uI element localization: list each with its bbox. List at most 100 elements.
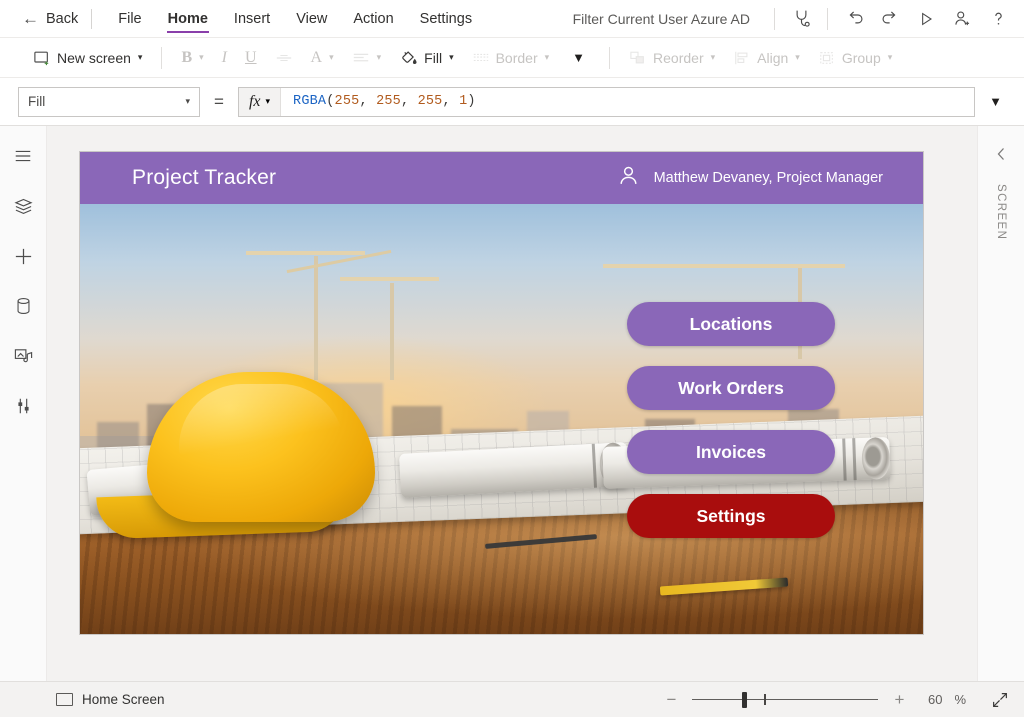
new-screen-icon: [33, 50, 51, 66]
screen-name-label: Home Screen: [82, 692, 165, 707]
underline-icon: U: [245, 50, 257, 66]
chevron-down-icon: ▾: [888, 52, 893, 63]
menu-item-insert[interactable]: Insert: [221, 2, 283, 35]
formula-input[interactable]: RGBA(255, 255, 255, 1): [281, 94, 476, 109]
fill-button[interactable]: Fill ▾: [390, 44, 462, 71]
formula-arg-blue: 255: [418, 94, 443, 109]
align-button[interactable]: Align ▾: [724, 45, 809, 71]
fx-label: fx: [249, 93, 261, 111]
app-checker-icon[interactable]: [783, 3, 819, 35]
user-info: Matthew Devaney, Project Manager: [616, 163, 883, 193]
divider: [161, 47, 162, 69]
formula-paren-open: (: [326, 94, 334, 109]
user-name-label: Matthew Devaney, Project Manager: [654, 170, 883, 186]
strikethrough-button[interactable]: [266, 46, 302, 70]
right-properties-panel: SCREEN: [977, 126, 1024, 681]
person-icon: [616, 163, 641, 193]
formula-arg-red: 255: [335, 94, 360, 109]
font-color-icon: A: [311, 50, 323, 66]
chevron-down-icon: ▾: [711, 52, 716, 63]
panel-label: SCREEN: [995, 184, 1007, 240]
formula-input-wrapper[interactable]: fx ▾ RGBA(255, 255, 255, 1): [238, 87, 975, 117]
property-selector[interactable]: Fill ▾: [18, 87, 200, 117]
app-title-label: Project Tracker: [80, 166, 276, 190]
zoom-in-button[interactable]: +: [888, 691, 910, 708]
equals-sign: =: [214, 92, 224, 112]
text-align-button[interactable]: ▾: [343, 46, 391, 70]
zoom-control: − + 60 %: [660, 690, 1010, 710]
zoom-slider-tick: [764, 694, 766, 705]
collapse-panel-chevron-icon[interactable]: [990, 142, 1012, 170]
italic-button[interactable]: I: [213, 45, 236, 71]
menu-item-action[interactable]: Action: [340, 2, 406, 35]
font-color-button[interactable]: A ▾: [302, 45, 343, 71]
tree-view-icon[interactable]: [4, 188, 42, 224]
underline-button[interactable]: U: [236, 45, 266, 71]
chevron-down-icon: ▾: [795, 52, 800, 63]
border-button[interactable]: Border ▾: [463, 45, 559, 71]
menu-icon[interactable]: [4, 138, 42, 174]
app-screen-preview[interactable]: Project Tracker Matthew Devaney, Project…: [80, 152, 923, 634]
menu-item-home[interactable]: Home: [155, 2, 221, 35]
share-user-icon[interactable]: [944, 3, 980, 35]
formula-paren-close: ): [467, 94, 475, 109]
menu-item-settings[interactable]: Settings: [407, 2, 485, 35]
menu-item-view[interactable]: View: [283, 2, 340, 35]
zoom-out-button[interactable]: −: [660, 691, 682, 708]
current-screen-chip[interactable]: Home Screen: [56, 692, 165, 707]
align-objects-icon: [733, 50, 751, 66]
invoices-button[interactable]: Invoices: [627, 430, 835, 474]
top-command-bar: ← Back File Home Insert View Action Sett…: [0, 0, 1024, 38]
reorder-icon: [629, 50, 647, 66]
chevron-down-icon: ▾: [329, 52, 334, 63]
media-icon[interactable]: [4, 338, 42, 374]
formula-bar-expand-chevron[interactable]: ▼: [975, 94, 1012, 109]
back-label: Back: [46, 11, 78, 27]
back-button[interactable]: ← Back: [22, 10, 78, 27]
strikethrough-icon: [275, 51, 293, 65]
background-photo: Locations Work Orders Invoices Settings: [80, 204, 923, 634]
group-icon: [818, 50, 836, 66]
zoom-percent-unit: %: [954, 692, 966, 707]
zoom-slider[interactable]: [692, 692, 878, 708]
power-apps-studio: ← Back File Home Insert View Action Sett…: [0, 0, 1024, 717]
divider: [774, 8, 775, 30]
app-header-banner[interactable]: Project Tracker Matthew Devaney, Project…: [80, 152, 923, 204]
fx-button[interactable]: fx ▾: [239, 88, 281, 116]
formula-function-name: RGBA: [293, 94, 326, 109]
group-button[interactable]: Group ▾: [809, 45, 901, 71]
screen-icon: [56, 693, 73, 706]
data-icon[interactable]: [4, 288, 42, 324]
chevron-down-icon: ▾: [138, 52, 143, 63]
advanced-tools-icon[interactable]: [4, 388, 42, 424]
workspace: Project Tracker Matthew Devaney, Project…: [0, 126, 1024, 681]
border-icon: [472, 51, 490, 65]
fill-bucket-icon: [399, 49, 418, 66]
undo-icon[interactable]: [836, 3, 872, 35]
group-label: Group: [842, 50, 881, 66]
redo-icon[interactable]: [872, 3, 908, 35]
roll-end: [860, 437, 889, 480]
insert-icon[interactable]: [4, 238, 42, 274]
divider: [91, 9, 92, 29]
bold-button[interactable]: B ▾: [172, 45, 212, 71]
ribbon-overflow-chevron[interactable]: ▼: [558, 45, 599, 70]
help-icon[interactable]: [980, 3, 1016, 35]
chevron-down-icon: ▾: [199, 52, 204, 63]
nav-button-group: Locations Work Orders Invoices Settings: [627, 302, 835, 538]
play-preview-icon[interactable]: [908, 3, 944, 35]
chevron-down-icon: ▾: [545, 52, 550, 63]
settings-button[interactable]: Settings: [627, 494, 835, 538]
locations-button[interactable]: Locations: [627, 302, 835, 346]
align-left-icon: [352, 51, 370, 65]
work-orders-button[interactable]: Work Orders: [627, 366, 835, 410]
new-screen-label: New screen: [57, 50, 131, 66]
zoom-slider-thumb[interactable]: [742, 692, 747, 708]
formula-arg-green: 255: [376, 94, 401, 109]
reorder-button[interactable]: Reorder ▾: [620, 45, 724, 71]
crane-mid: [333, 277, 451, 380]
bold-icon: B: [181, 50, 192, 66]
fit-to-screen-icon[interactable]: [990, 690, 1010, 710]
new-screen-button[interactable]: New screen ▾: [24, 45, 151, 71]
menu-item-file[interactable]: File: [105, 2, 154, 35]
